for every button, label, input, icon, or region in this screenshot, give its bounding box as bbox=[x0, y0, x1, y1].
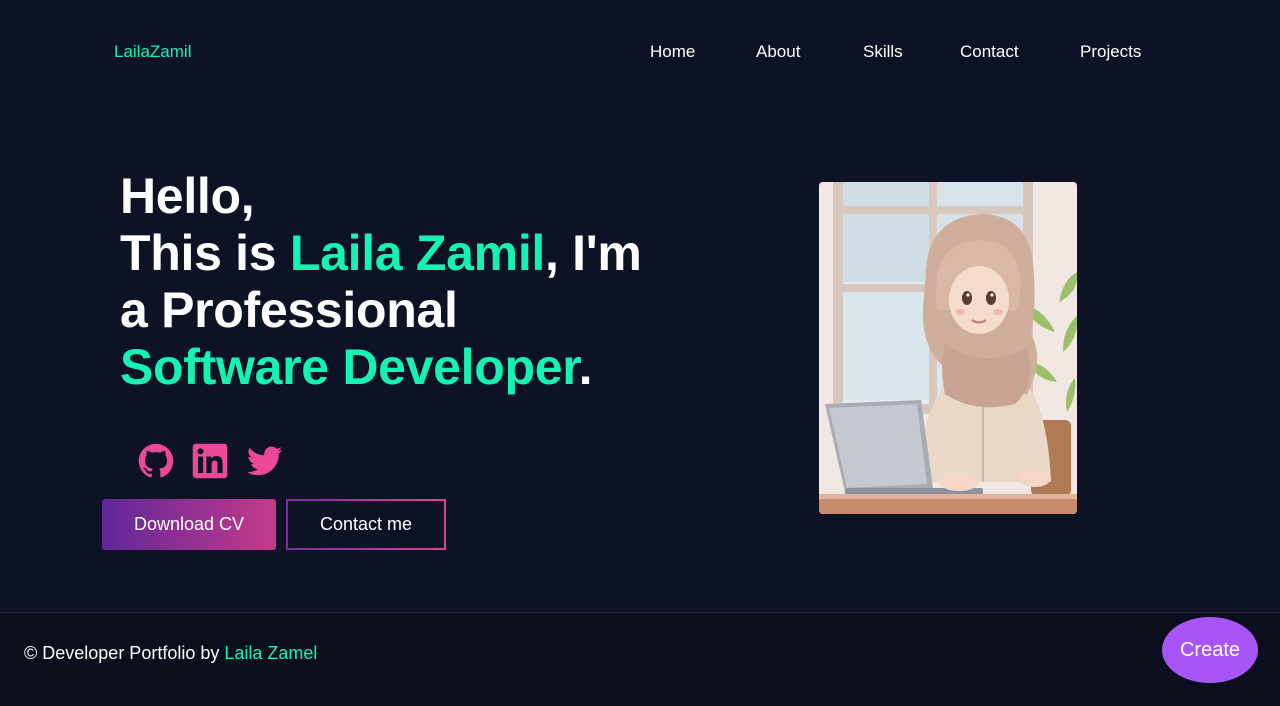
nav-home[interactable]: Home bbox=[650, 42, 695, 62]
hero-greeting: Hello, bbox=[120, 168, 255, 224]
nav-about[interactable]: About bbox=[756, 42, 800, 62]
hero-role: Software Developer bbox=[120, 339, 579, 395]
footer-prefix: © Developer Portfolio by bbox=[24, 643, 225, 663]
hero-intro-prefix: This is bbox=[120, 225, 290, 281]
nav-projects[interactable]: Projects bbox=[1080, 42, 1141, 62]
github-icon[interactable] bbox=[138, 443, 174, 479]
footer-credit: © Developer Portfolio by Laila Zamel bbox=[24, 643, 317, 664]
hero-intro-suffix: , I'm bbox=[545, 225, 642, 281]
profile-illustration bbox=[819, 182, 1077, 514]
hero-role-dot: . bbox=[578, 339, 593, 395]
create-button[interactable]: Create bbox=[1162, 617, 1258, 683]
hero-name: Laila Zamil bbox=[289, 225, 545, 281]
nav-contact[interactable]: Contact bbox=[960, 42, 1019, 62]
twitter-icon[interactable] bbox=[247, 443, 283, 479]
footer-author-link[interactable]: Laila Zamel bbox=[224, 643, 317, 663]
hero-role-line: Software Developer. bbox=[120, 339, 760, 396]
linkedin-icon[interactable] bbox=[192, 443, 228, 479]
page-footer: © Developer Portfolio by Laila Zamel bbox=[0, 612, 1280, 706]
contact-me-button[interactable]: Contact me bbox=[286, 499, 446, 550]
nav-skills[interactable]: Skills bbox=[863, 42, 903, 62]
download-cv-button[interactable]: Download CV bbox=[102, 499, 276, 550]
hero-heading: Hello, This is Laila Zamil, I'm a Profes… bbox=[120, 168, 760, 396]
portfolio-page: LailaZamil Home About Skills Contact Pro… bbox=[0, 0, 1280, 706]
hero-intro-line: This is Laila Zamil, I'm bbox=[120, 225, 760, 282]
hero-professional-line: a Professional bbox=[120, 282, 458, 338]
main-nav: Home About Skills Contact Projects bbox=[0, 42, 1280, 64]
